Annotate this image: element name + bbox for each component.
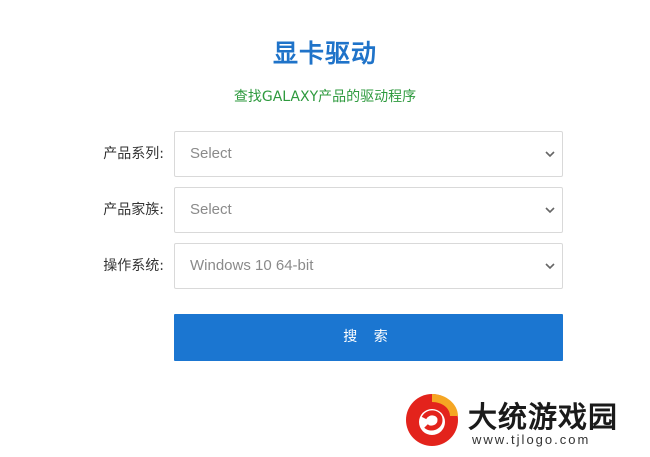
watermark-url: www.tjlogo.com	[472, 432, 591, 447]
chevron-down-icon	[545, 151, 555, 158]
product-series-select[interactable]: Select	[174, 131, 563, 177]
search-button[interactable]: 搜 索	[174, 314, 563, 361]
watermark-site-name: 大统游戏园	[468, 400, 619, 434]
red-circle-logo-icon	[406, 394, 458, 446]
product-family-row: 产品家族: Select	[0, 187, 650, 233]
operating-system-label: 操作系统:	[103, 258, 164, 274]
product-series-value: Select	[190, 145, 232, 162]
product-series-row: 产品系列: Select	[0, 131, 650, 177]
product-family-value: Select	[190, 201, 232, 218]
chevron-down-icon	[545, 263, 555, 270]
product-family-label: 产品家族:	[103, 202, 164, 218]
driver-search-page: 显卡驱动 查找GALAXY产品的驱动程序 产品系列: Select 产品家族: …	[0, 0, 650, 457]
page-subtitle: 查找GALAXY产品的驱动程序	[233, 89, 417, 105]
operating-system-row: 操作系统: Windows 10 64-bit	[0, 243, 650, 289]
page-title: 显卡驱动	[272, 39, 377, 68]
watermark: 大统游戏园 www.tjlogo.com	[402, 388, 642, 452]
product-series-label: 产品系列:	[103, 146, 164, 162]
operating-system-value: Windows 10 64-bit	[190, 257, 314, 274]
operating-system-select[interactable]: Windows 10 64-bit	[174, 243, 563, 289]
product-family-select[interactable]: Select	[174, 187, 563, 233]
chevron-down-icon	[545, 207, 555, 214]
